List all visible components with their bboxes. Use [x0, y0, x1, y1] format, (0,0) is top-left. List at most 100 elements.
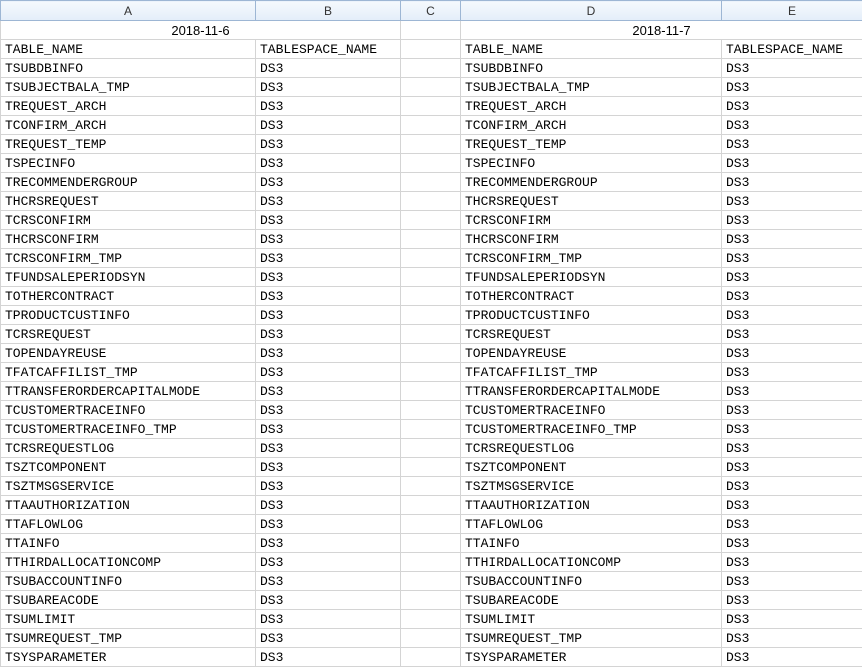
table-row[interactable]: TSUBDBINFODS3TSUBDBINFODS3: [1, 59, 862, 78]
table-row[interactable]: TPRODUCTCUSTINFODS3TPRODUCTCUSTINFODS3: [1, 306, 862, 325]
cell-C[interactable]: [401, 154, 461, 173]
cell-D[interactable]: TSUMLIMIT: [461, 610, 722, 629]
cell-D[interactable]: TREQUEST_ARCH: [461, 97, 722, 116]
cell-E[interactable]: DS3: [722, 572, 862, 591]
cell-C[interactable]: [401, 344, 461, 363]
cell-D[interactable]: TOTHERCONTRACT: [461, 287, 722, 306]
date-header-left[interactable]: 2018-11-6: [1, 21, 401, 40]
cell-C[interactable]: [401, 477, 461, 496]
table-row[interactable]: THCRSREQUESTDS3THCRSREQUESTDS3: [1, 192, 862, 211]
cell-A[interactable]: TTAFLOWLOG: [1, 515, 256, 534]
sub-header-B[interactable]: TABLESPACE_NAME: [256, 40, 401, 59]
cell-B[interactable]: DS3: [256, 401, 401, 420]
cell-C[interactable]: [401, 97, 461, 116]
cell-C[interactable]: [401, 439, 461, 458]
table-row[interactable]: TCONFIRM_ARCHDS3TCONFIRM_ARCHDS3: [1, 116, 862, 135]
cell-E[interactable]: DS3: [722, 116, 862, 135]
col-header-A[interactable]: A: [1, 1, 256, 21]
cell-C[interactable]: [401, 287, 461, 306]
cell-E[interactable]: DS3: [722, 648, 862, 667]
cell-C[interactable]: [401, 230, 461, 249]
table-row[interactable]: TTHIRDALLOCATIONCOMPDS3TTHIRDALLOCATIONC…: [1, 553, 862, 572]
cell-B[interactable]: DS3: [256, 173, 401, 192]
cell-A[interactable]: TTHIRDALLOCATIONCOMP: [1, 553, 256, 572]
col-header-B[interactable]: B: [256, 1, 401, 21]
cell-E[interactable]: DS3: [722, 59, 862, 78]
cell-A[interactable]: TSZTMSGSERVICE: [1, 477, 256, 496]
cell-C[interactable]: [401, 249, 461, 268]
cell-E[interactable]: DS3: [722, 496, 862, 515]
cell-D[interactable]: TTRANSFERORDERCAPITALMODE: [461, 382, 722, 401]
sub-header-D[interactable]: TABLE_NAME: [461, 40, 722, 59]
cell-D[interactable]: TSUBAREACODE: [461, 591, 722, 610]
spreadsheet-grid[interactable]: A B C D E 2018-11-62018-11-7TABLE_NAMETA…: [0, 0, 862, 667]
cell-D[interactable]: TFUNDSALEPERIODSYN: [461, 268, 722, 287]
cell-B[interactable]: DS3: [256, 553, 401, 572]
cell-A[interactable]: TSUBACCOUNTINFO: [1, 572, 256, 591]
table-row[interactable]: TCRSCONFIRM_TMPDS3TCRSCONFIRM_TMPDS3: [1, 249, 862, 268]
cell-D[interactable]: TCONFIRM_ARCH: [461, 116, 722, 135]
cell-E[interactable]: DS3: [722, 401, 862, 420]
cell-C[interactable]: [401, 591, 461, 610]
cell-D[interactable]: TTHIRDALLOCATIONCOMP: [461, 553, 722, 572]
cell-B[interactable]: DS3: [256, 591, 401, 610]
table-row[interactable]: TTRANSFERORDERCAPITALMODEDS3TTRANSFERORD…: [1, 382, 862, 401]
cell-B[interactable]: DS3: [256, 382, 401, 401]
table-row[interactable]: TCUSTOMERTRACEINFO_TMPDS3TCUSTOMERTRACEI…: [1, 420, 862, 439]
table-row[interactable]: TCRSREQUESTLOGDS3TCRSREQUESTLOGDS3: [1, 439, 862, 458]
cell-D[interactable]: TSYSPARAMETER: [461, 648, 722, 667]
col-header-D[interactable]: D: [461, 1, 722, 21]
cell-C[interactable]: [401, 629, 461, 648]
date-header-right[interactable]: 2018-11-7: [461, 21, 862, 40]
cell-C[interactable]: [401, 59, 461, 78]
cell-D[interactable]: TRECOMMENDERGROUP: [461, 173, 722, 192]
table-row[interactable]: TSUMLIMITDS3TSUMLIMITDS3: [1, 610, 862, 629]
cell-A[interactable]: TSUBJECTBALA_TMP: [1, 78, 256, 97]
cell-B[interactable]: DS3: [256, 325, 401, 344]
cell-E[interactable]: DS3: [722, 192, 862, 211]
cell-C[interactable]: [401, 572, 461, 591]
cell-A[interactable]: TTAAUTHORIZATION: [1, 496, 256, 515]
cell-E[interactable]: DS3: [722, 78, 862, 97]
cell-C[interactable]: [401, 173, 461, 192]
cell-B[interactable]: DS3: [256, 97, 401, 116]
cell-D[interactable]: TCRSREQUESTLOG: [461, 439, 722, 458]
cell-empty-C[interactable]: [401, 21, 461, 40]
cell-B[interactable]: DS3: [256, 211, 401, 230]
table-row[interactable]: TTAINFODS3TTAINFODS3: [1, 534, 862, 553]
cell-E[interactable]: DS3: [722, 420, 862, 439]
cell-E[interactable]: DS3: [722, 287, 862, 306]
cell-D[interactable]: TREQUEST_TEMP: [461, 135, 722, 154]
cell-D[interactable]: TTAINFO: [461, 534, 722, 553]
cell-E[interactable]: DS3: [722, 363, 862, 382]
table-row[interactable]: TTAFLOWLOGDS3TTAFLOWLOGDS3: [1, 515, 862, 534]
cell-D[interactable]: TSUBDBINFO: [461, 59, 722, 78]
table-row[interactable]: TOTHERCONTRACTDS3TOTHERCONTRACTDS3: [1, 287, 862, 306]
cell-A[interactable]: TFATCAFFILIST_TMP: [1, 363, 256, 382]
cell-D[interactable]: TSZTCOMPONENT: [461, 458, 722, 477]
cell-A[interactable]: TREQUEST_ARCH: [1, 97, 256, 116]
cell-A[interactable]: THCRSREQUEST: [1, 192, 256, 211]
cell-B[interactable]: DS3: [256, 420, 401, 439]
cell-B[interactable]: DS3: [256, 629, 401, 648]
table-row[interactable]: TSUBAREACODEDS3TSUBAREACODEDS3: [1, 591, 862, 610]
table-row[interactable]: TCRSREQUESTDS3TCRSREQUESTDS3: [1, 325, 862, 344]
cell-D[interactable]: THCRSREQUEST: [461, 192, 722, 211]
table-row[interactable]: TSZTCOMPONENTDS3TSZTCOMPONENTDS3: [1, 458, 862, 477]
cell-D[interactable]: TSUBJECTBALA_TMP: [461, 78, 722, 97]
table-row[interactable]: THCRSCONFIRMDS3THCRSCONFIRMDS3: [1, 230, 862, 249]
column-header-row[interactable]: A B C D E: [1, 1, 862, 21]
cell-D[interactable]: TPRODUCTCUSTINFO: [461, 306, 722, 325]
cell-D[interactable]: TCUSTOMERTRACEINFO: [461, 401, 722, 420]
cell-E[interactable]: DS3: [722, 534, 862, 553]
cell-A[interactable]: TCRSCONFIRM: [1, 211, 256, 230]
sub-header-A[interactable]: TABLE_NAME: [1, 40, 256, 59]
cell-B[interactable]: DS3: [256, 458, 401, 477]
col-header-C[interactable]: C: [401, 1, 461, 21]
cell-B[interactable]: DS3: [256, 648, 401, 667]
cell-A[interactable]: THCRSCONFIRM: [1, 230, 256, 249]
cell-A[interactable]: TSZTCOMPONENT: [1, 458, 256, 477]
cell-A[interactable]: TCONFIRM_ARCH: [1, 116, 256, 135]
cell-A[interactable]: TCRSREQUESTLOG: [1, 439, 256, 458]
table-row[interactable]: TSZTMSGSERVICEDS3TSZTMSGSERVICEDS3: [1, 477, 862, 496]
